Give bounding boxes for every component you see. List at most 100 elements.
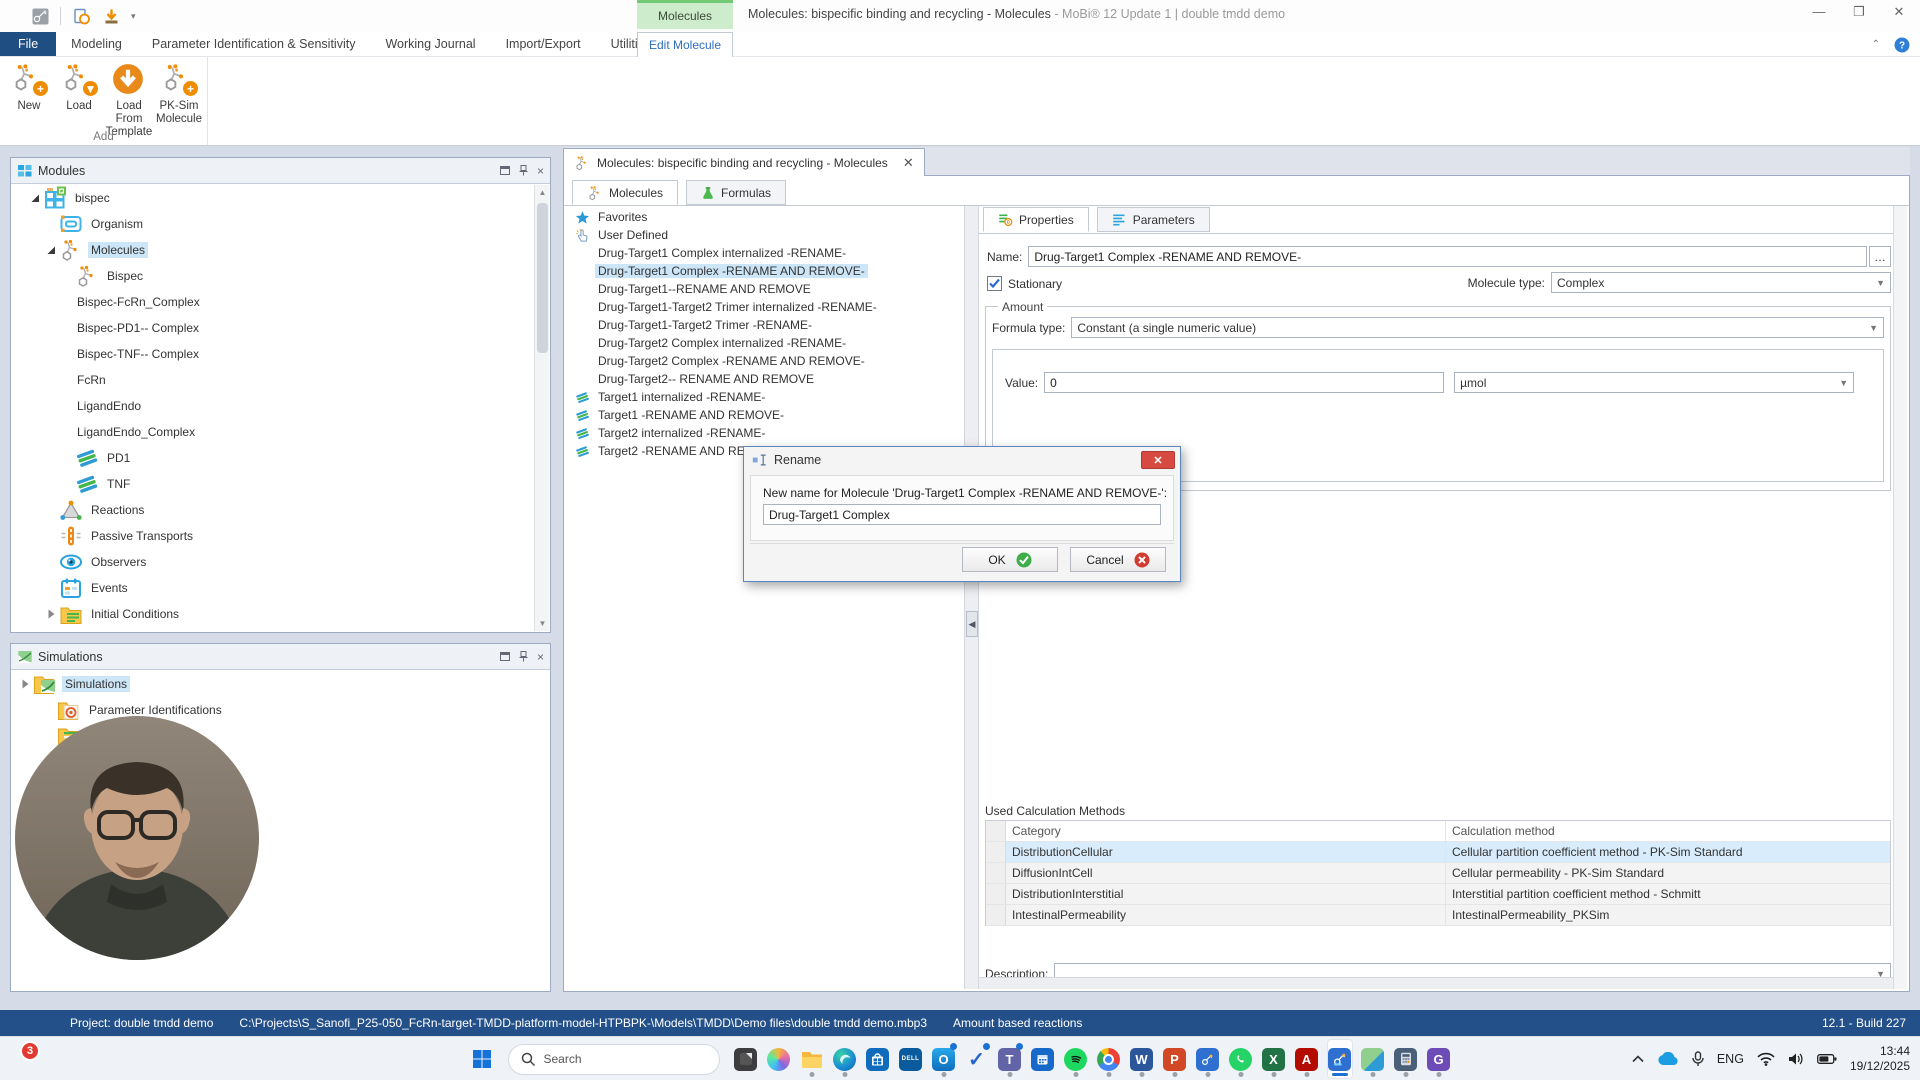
ucm-method-cell[interactable]: Cellular partition coefficient method - …	[1446, 842, 1890, 862]
copilot-taskbar-button[interactable]	[766, 1039, 792, 1079]
outlook-taskbar-button[interactable]: O	[931, 1039, 957, 1079]
ribbon-tab-parameter-identification-sensitivity[interactable]: Parameter Identification & Sensitivity	[137, 32, 371, 56]
value-field[interactable]	[1044, 372, 1445, 393]
mobi-file-taskbar-button[interactable]	[1195, 1039, 1221, 1079]
tree-item-organism[interactable]: Organism	[12, 211, 534, 237]
ribbon-tab-working-journal[interactable]: Working Journal	[370, 32, 490, 56]
tray-chevron-icon[interactable]	[1632, 1055, 1644, 1063]
float-panel-icon[interactable]	[499, 166, 510, 175]
tree-item-simulations[interactable]: Simulations	[12, 671, 534, 697]
wifi-icon[interactable]	[1757, 1052, 1775, 1066]
tree-item-observers[interactable]: Observers	[12, 549, 534, 575]
rename-dialog-titlebar[interactable]: Rename ✕	[744, 447, 1180, 473]
expander-icon[interactable]	[28, 193, 42, 203]
customize-qat-icon[interactable]: ▾	[131, 11, 136, 22]
name-ellipsis-button[interactable]: …	[1869, 246, 1891, 267]
ucm-category-cell[interactable]: DistributionInterstitial	[1006, 884, 1446, 904]
powerpoint-taskbar-button[interactable]: P	[1162, 1039, 1188, 1079]
import-icon[interactable]	[101, 6, 121, 26]
todo-taskbar-button[interactable]: ✓	[964, 1039, 990, 1079]
ucm-table-row[interactable]: DistributionInterstitial Interstitial pa…	[986, 884, 1890, 905]
start-button[interactable]	[469, 1039, 495, 1079]
document-tab[interactable]: Molecules: bispecific binding and recycl…	[563, 148, 925, 176]
expander-icon[interactable]	[44, 245, 58, 255]
expander-icon[interactable]	[18, 679, 32, 689]
molecule-list-item[interactable]: Drug-Target2 Complex -RENAME AND REMOVE-	[566, 352, 964, 370]
tree-item-bispec-fcrn-complex[interactable]: Bispec-FcRn_Complex	[12, 289, 534, 315]
molecule-list-item[interactable]: Drug-Target1-Target2 Trimer internalized…	[566, 298, 964, 316]
onedrive-icon[interactable]	[1657, 1052, 1679, 1066]
ucm-table-row[interactable]: DistributionCellular Cellular partition …	[986, 842, 1890, 863]
store-taskbar-button[interactable]	[865, 1039, 891, 1079]
excel-taskbar-button[interactable]: X	[1261, 1039, 1287, 1079]
tree-item-reactions[interactable]: Reactions	[12, 497, 534, 523]
tab-formulas[interactable]: Formulas	[686, 180, 787, 205]
acrobat-taskbar-button[interactable]: A	[1294, 1039, 1320, 1079]
unit-select[interactable]: µmol ▼	[1454, 372, 1855, 393]
volume-icon[interactable]	[1788, 1052, 1804, 1066]
search-input[interactable]: Search	[507, 1043, 720, 1075]
word-taskbar-button[interactable]: W	[1129, 1039, 1155, 1079]
ucm-category-cell[interactable]: IntestinalPermeability	[1006, 905, 1446, 925]
pksim-taskbar-button[interactable]	[1360, 1039, 1386, 1079]
molecule-list-item[interactable]: Target1 internalized -RENAME-	[566, 388, 964, 406]
file-explorer-taskbar-button[interactable]	[799, 1039, 825, 1079]
new-button[interactable]: + New	[4, 60, 54, 139]
tab-properties[interactable]: 0 Properties	[983, 207, 1089, 232]
float-panel-icon[interactable]	[499, 652, 510, 661]
notification-badge[interactable]: 3	[20, 1041, 40, 1061]
molecule-list-item[interactable]: Drug-Target1 Complex internalized -RENAM…	[566, 244, 964, 262]
close-button[interactable]: ✕	[1886, 4, 1912, 20]
close-document-icon[interactable]: ✕	[903, 155, 914, 171]
tab-parameters[interactable]: Parameters	[1096, 207, 1210, 232]
tree-item-events[interactable]: Events	[12, 575, 534, 601]
pin-panel-icon[interactable]	[519, 165, 528, 176]
cancel-button[interactable]: Cancel	[1070, 547, 1166, 572]
tree-item-initial-conditions[interactable]: Initial Conditions	[12, 601, 534, 627]
spotify-taskbar-button[interactable]	[1063, 1039, 1089, 1079]
minimize-button[interactable]: —	[1806, 4, 1832, 20]
mobi-taskbar-button[interactable]	[1326, 1039, 1353, 1079]
collapse-pane-button[interactable]: ◀	[966, 611, 978, 637]
dialog-close-button[interactable]: ✕	[1141, 451, 1175, 469]
ribbon-tab-file[interactable]: File	[0, 32, 57, 56]
tree-item-passive-transports[interactable]: Passive Transports	[12, 523, 534, 549]
tree-item-bispec[interactable]: bispec	[12, 185, 534, 211]
tab-molecules[interactable]: Molecules	[572, 180, 679, 205]
close-panel-icon[interactable]: ×	[537, 650, 544, 664]
ucm-category-cell[interactable]: DistributionCellular	[1006, 842, 1446, 862]
molecule-list-item[interactable]: Target1 -RENAME AND REMOVE-	[566, 406, 964, 424]
maximize-button[interactable]: ❐	[1846, 4, 1872, 20]
tree-item-bispec-pd1-complex[interactable]: Bispec-PD1-- Complex	[12, 315, 534, 341]
tree-item-ligandendo-complex[interactable]: LigandEndo_Complex	[12, 419, 534, 445]
load-button[interactable]: ▼ Load	[54, 60, 104, 139]
tree-item-bispec[interactable]: Bispec	[12, 263, 534, 289]
pane-splitter[interactable]: ◀	[964, 206, 979, 989]
language-indicator[interactable]: ENG	[1717, 1052, 1744, 1066]
github-taskbar-button[interactable]: G	[1426, 1039, 1452, 1079]
ucm-header-category[interactable]: Category	[1006, 821, 1446, 841]
molecule-list-item[interactable]: Favorites	[566, 208, 964, 226]
modules-scrollbar[interactable]: ▲ ▼	[534, 185, 549, 631]
tree-item-molecules[interactable]: Molecules	[12, 237, 534, 263]
tree-item-fcrn[interactable]: FcRn	[12, 367, 534, 393]
edge-taskbar-button[interactable]	[832, 1039, 858, 1079]
close-panel-icon[interactable]: ×	[537, 164, 544, 178]
expander-icon[interactable]	[44, 609, 58, 619]
help-icon[interactable]: ?	[1894, 37, 1910, 53]
ucm-method-cell[interactable]: Interstitial partition coefficient metho…	[1446, 884, 1890, 904]
pin-panel-icon[interactable]	[519, 651, 528, 662]
calculator-taskbar-button[interactable]	[1393, 1039, 1419, 1079]
molecule-type-select[interactable]: Complex ▼	[1551, 272, 1891, 293]
collapse-ribbon-icon[interactable]: ⌃	[1872, 39, 1880, 50]
calendar-taskbar-button[interactable]	[1030, 1039, 1056, 1079]
molecule-list-item[interactable]: Target2 internalized -RENAME-	[566, 424, 964, 442]
ok-button[interactable]: OK	[962, 547, 1058, 572]
tree-item-tnf[interactable]: TNF	[12, 471, 534, 497]
molecule-list-item[interactable]: User Defined	[566, 226, 964, 244]
ribbon-tab-import-export[interactable]: Import/Export	[491, 32, 596, 56]
ucm-table-row[interactable]: IntestinalPermeability IntestinalPermeab…	[986, 905, 1890, 926]
ribbon-tab-edit-molecule[interactable]: Edit Molecule	[637, 32, 733, 57]
open-project-icon[interactable]	[71, 6, 91, 26]
name-field[interactable]	[1028, 246, 1867, 267]
